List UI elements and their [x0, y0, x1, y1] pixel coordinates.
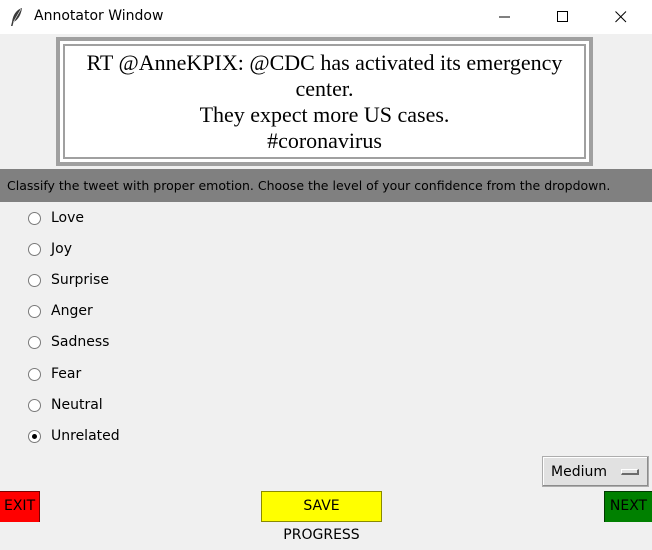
emotion-option-joy[interactable]: Joy: [28, 238, 72, 260]
confidence-dropdown[interactable]: Medium: [542, 456, 649, 487]
radio-button-selected[interactable]: [28, 429, 41, 443]
emotion-option-sadness[interactable]: Sadness: [28, 331, 109, 353]
instruction-label: Classify the tweet with proper emotion. …: [0, 169, 652, 202]
tweet-panel: RT @AnneKPIX: @CDC has activated its eme…: [56, 37, 593, 166]
emotion-option-neutral[interactable]: Neutral: [28, 394, 103, 416]
feather-icon: [11, 8, 22, 26]
emotion-label: Anger: [51, 303, 93, 319]
emotion-option-anger[interactable]: Anger: [28, 300, 93, 322]
tweet-frame: RT @AnneKPIX: @CDC has activated its eme…: [63, 44, 586, 159]
radio-button[interactable]: [28, 398, 41, 412]
emotion-label: Neutral: [51, 397, 103, 413]
close-button[interactable]: [598, 0, 644, 34]
maximize-button[interactable]: [540, 0, 586, 34]
title-bar: Annotator Window: [0, 0, 652, 34]
exit-button[interactable]: EXIT: [0, 491, 40, 522]
emotion-option-surprise[interactable]: Surprise: [28, 269, 109, 291]
radio-button[interactable]: [28, 273, 41, 287]
emotion-option-love[interactable]: Love: [28, 207, 84, 229]
close-icon: [615, 11, 627, 23]
radio-button[interactable]: [28, 242, 41, 256]
emotion-label: Surprise: [51, 272, 109, 288]
window-title: Annotator Window: [34, 8, 164, 24]
emotion-label: Love: [51, 210, 85, 226]
emotion-label: Unrelated: [51, 428, 120, 444]
emotion-option-fear[interactable]: Fear: [28, 363, 81, 385]
dropdown-indicator-icon: [621, 469, 639, 475]
radio-button[interactable]: [28, 304, 41, 318]
confidence-value: Medium: [551, 464, 607, 480]
minimize-icon: [499, 16, 510, 18]
radio-button[interactable]: [28, 367, 41, 381]
emotion-option-unrelated[interactable]: Unrelated: [28, 425, 120, 447]
save-progress-button[interactable]: SAVE PROGRESS: [261, 491, 382, 543]
maximize-icon: [557, 11, 568, 22]
radio-button[interactable]: [28, 211, 41, 225]
next-button[interactable]: NEXT: [604, 491, 652, 522]
emotion-label: Fear: [51, 366, 82, 382]
minimize-button[interactable]: [482, 0, 528, 34]
radio-button[interactable]: [28, 335, 41, 349]
emotion-label: Sadness: [51, 334, 110, 350]
tweet-text: RT @AnneKPIX: @CDC has activated its eme…: [86, 49, 563, 153]
emotion-label: Joy: [51, 241, 72, 257]
